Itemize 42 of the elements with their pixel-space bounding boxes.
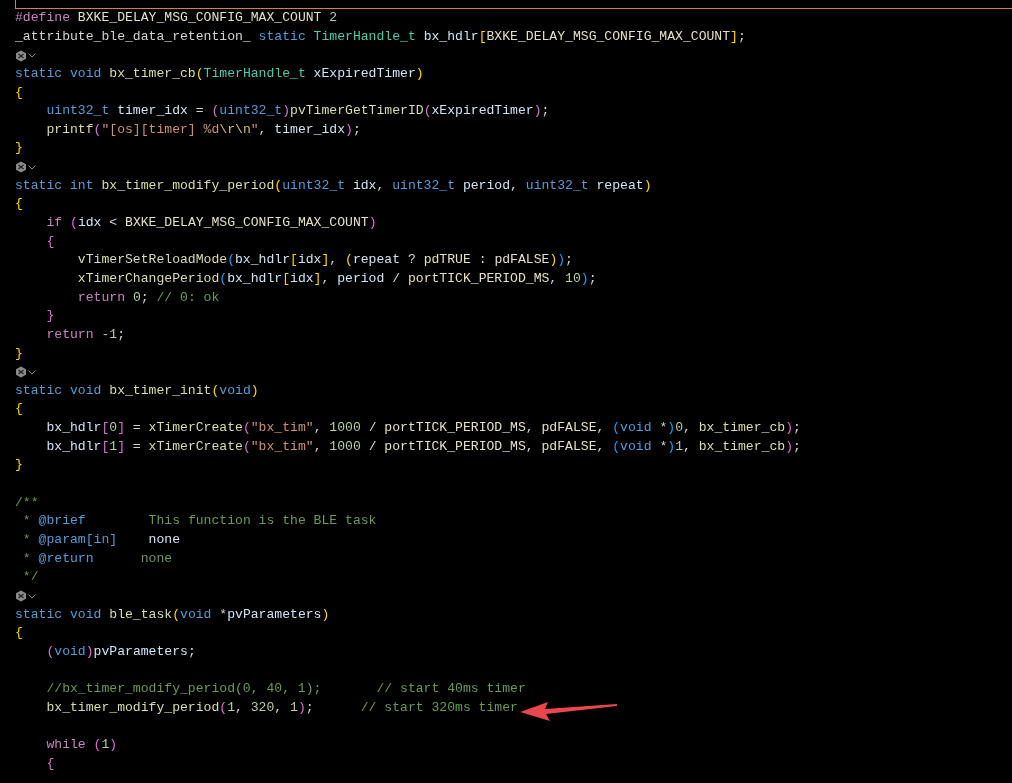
code-line: vTimerSetReloadMode(bx_hdlr[idx], (repeat ? pdTRUE : pdFALSE)); <box>76 251 573 270</box>
code-line: } <box>15 456 23 475</box>
code-line: bx_timer_modify_period(1, 320, 1); // start 320ms timer <box>45 698 518 717</box>
code-line: * @brief This function is the BLE task <box>21 512 377 531</box>
code-line: return 0; // 0: ok <box>76 288 220 307</box>
chevron-down-icon[interactable] <box>28 164 36 170</box>
code-line: #define BXKE_DELAY_MSG_CONFIG_MAX_COUNT 2 <box>15 9 338 27</box>
code-line: { <box>45 754 55 773</box>
code-line: static void bx_timer_init(void) <box>15 381 259 400</box>
code-line: static void ble_task(void *pvParameters) <box>15 605 330 624</box>
code-line: bx_hdlr[0] = xTimerCreate("bx_tim", 1000 / portTICK_PERIOD_MS, pdFALSE, (void *)0, bx_timer_cb); <box>45 419 801 438</box>
code-line: bx_hdlr[1] = xTimerCreate("bx_tim", 1000 / portTICK_PERIOD_MS, pdFALSE, (void *)1, bx_timer_cb); <box>45 437 801 456</box>
code-line: uint32_t timer_idx = (uint32_t)pvTimerGetTimerID(xExpiredTimer); <box>45 102 550 121</box>
code-line: */ <box>21 568 39 587</box>
code-line: } <box>15 344 23 363</box>
code-line: { <box>15 83 23 102</box>
code-line: static void bx_timer_cb(TimerHandle_t xExpiredTimer) <box>15 64 424 83</box>
code-line: /** <box>15 493 39 512</box>
code-line: if (idx < BXKE_DELAY_MSG_CONFIG_MAX_COUNT) <box>45 214 377 233</box>
hexagon-icon[interactable] <box>15 366 27 379</box>
code-line: } <box>15 139 23 158</box>
code-line: { <box>15 400 23 419</box>
chevron-down-icon[interactable] <box>28 53 36 59</box>
chevron-down-icon[interactable] <box>28 370 36 375</box>
code-line: { <box>15 624 23 643</box>
hexagon-icon[interactable] <box>15 590 27 603</box>
code-line: { <box>15 195 23 214</box>
code-line: * @param[in] none <box>21 530 181 549</box>
code-line: _attribute_ble_data_retention_ static TimerHandle_t bx_hdlr[BXKE_DELAY_MSG_CONFIG_MAX_COUNT]; <box>15 27 746 46</box>
code-line: xTimerChangePeriod(bx_hdlr[idx], period / portTICK_PERIOD_MS, 10); <box>76 269 597 288</box>
code-line: { <box>45 232 55 251</box>
code-line: printf("[os][timer] %d\r\n", timer_idx); <box>45 120 361 139</box>
code-line: (void)pvParameters; <box>45 642 196 661</box>
code-line: * @return none <box>21 549 173 568</box>
code-line: static int bx_timer_modify_period(uint32_t idx, uint32_t period, uint32_t repeat) <box>15 176 652 195</box>
code-line: //bx_timer_modify_period(0, 40, 1); // start 40ms timer <box>45 680 526 699</box>
code-line: return -1; <box>45 325 125 344</box>
code-line: } <box>45 307 55 326</box>
hexagon-icon[interactable] <box>15 49 27 62</box>
chevron-down-icon[interactable] <box>28 593 36 599</box>
code-line: while (1) <box>45 736 118 754</box>
hexagon-icon[interactable] <box>15 161 27 174</box>
